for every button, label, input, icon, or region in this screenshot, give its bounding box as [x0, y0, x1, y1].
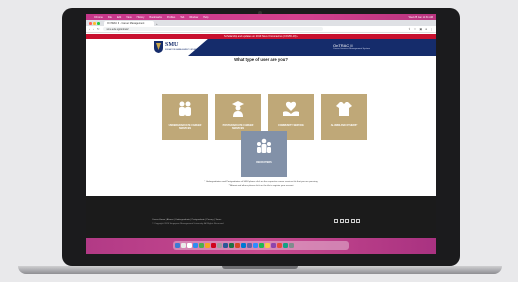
extensions-icon[interactable]: ▣	[419, 27, 422, 31]
tile-undergraduate[interactable]: UNDERGRADUATE CAREER SERVICES	[162, 94, 208, 140]
share-icon[interactable]: ⇪	[408, 27, 411, 31]
menu-item[interactable]: Bookmarks	[149, 16, 162, 19]
bookmark-star-icon[interactable]: ☆	[414, 27, 417, 31]
window-controls	[89, 22, 100, 25]
launchpad-icon[interactable]	[181, 243, 186, 248]
tile-label: ALUMNI AND OTHERS*	[330, 124, 358, 127]
menu-item[interactable]: File	[108, 16, 112, 19]
menu-item[interactable]: View	[126, 16, 131, 19]
twitter-icon[interactable]	[339, 219, 344, 223]
site-header: SMU SINGAPORE MANAGEMENT UNIVERSITY OnTR…	[86, 39, 436, 56]
profile-icon[interactable]: ●	[425, 27, 427, 31]
menu-item[interactable]: Profiles	[167, 16, 175, 19]
menu-item[interactable]: History	[137, 16, 145, 19]
footnote-line: **Alumni and others please click on the …	[228, 184, 294, 187]
smu-logo[interactable]: SMU SINGAPORE MANAGEMENT UNIVERSITY	[154, 41, 200, 53]
safari-icon[interactable]	[193, 243, 198, 248]
messages-icon[interactable]	[199, 243, 204, 248]
copyright: © Copyright 2020 Singapore Management Un…	[152, 223, 224, 225]
reload-icon[interactable]: ↻	[97, 27, 100, 31]
zoom-icon[interactable]	[253, 243, 258, 248]
desktop-background	[86, 238, 436, 254]
trash-icon[interactable]	[289, 243, 294, 248]
tile-alumni[interactable]: ALUMNI AND OTHERS*	[321, 94, 367, 140]
close-window-icon[interactable]	[89, 22, 92, 25]
teams-icon[interactable]	[247, 243, 252, 248]
app-icon[interactable]	[271, 243, 276, 248]
students-icon	[179, 101, 191, 116]
photos-icon[interactable]	[205, 243, 210, 248]
notes-icon[interactable]	[265, 243, 270, 248]
tile-label: RECRUITERS	[256, 161, 272, 164]
tile-label: POSTGRADUATE CAREER SERVICES	[222, 124, 254, 131]
crest-icon	[154, 41, 163, 53]
dock	[173, 241, 349, 250]
facebook-icon[interactable]	[334, 219, 338, 223]
screen: Chrome File Edit View History Bookmarks …	[86, 14, 436, 254]
address-bar: ‹ › ↻ smu.edu.sg/ontrac2 ⇪ ☆ ▣ ● ⋮	[86, 26, 436, 33]
helping-hands-icon	[283, 101, 299, 116]
url-input[interactable]: smu.edu.sg/ontrac2	[102, 26, 323, 32]
page-title: What type of user are you?	[234, 57, 288, 62]
app-subtitle: Career Services Management System	[333, 48, 370, 50]
finder-icon[interactable]	[175, 243, 180, 248]
laptop-notch	[222, 266, 298, 269]
shirt-icon	[336, 102, 352, 116]
menu-item[interactable]: Tab	[180, 16, 184, 19]
menu-item[interactable]: Chrome	[94, 16, 103, 19]
chrome-icon[interactable]	[187, 243, 192, 248]
menu-item[interactable]: Window	[189, 16, 198, 19]
maximize-window-icon[interactable]	[97, 22, 100, 25]
excel-icon[interactable]	[229, 243, 234, 248]
forward-icon[interactable]: ›	[93, 27, 94, 31]
group-icon	[257, 138, 271, 153]
site-footer: Career Home | Alumni | Undergraduate | P…	[86, 196, 436, 238]
more-icon[interactable]: ⋮	[430, 27, 433, 31]
word-icon[interactable]	[223, 243, 228, 248]
menu-item[interactable]: Edit	[117, 16, 121, 19]
header-banner: OnTRAC II Career Services Management Sys…	[188, 39, 436, 56]
footnote: * Undergraduates and Postgraduates of SM…	[86, 181, 436, 188]
minimize-window-icon[interactable]	[93, 22, 96, 25]
youtube-icon[interactable]	[356, 219, 360, 223]
calendar-icon[interactable]	[211, 243, 216, 248]
clock[interactable]: Wed 25 Jan 11:31 AM	[409, 16, 433, 19]
logo-text: SMU	[165, 42, 179, 48]
app-icon[interactable]	[277, 243, 282, 248]
social-links	[334, 219, 360, 223]
graduate-icon	[232, 101, 244, 117]
tile-label: UNDERGRADUATE CAREER SERVICES	[168, 124, 202, 131]
menu-item[interactable]: Help	[203, 16, 208, 19]
app-icon[interactable]	[283, 243, 288, 248]
instagram-icon[interactable]	[345, 219, 349, 223]
footer-links[interactable]: Career Home | Alumni | Undergraduate | P…	[152, 219, 221, 221]
tile-label: COMMUNITY SERVICE	[278, 124, 304, 127]
tile-recruiters[interactable]: RECRUITERS	[241, 131, 287, 177]
settings-icon[interactable]	[217, 243, 222, 248]
back-icon[interactable]: ‹	[89, 27, 90, 31]
linkedin-icon[interactable]	[350, 219, 355, 223]
spotify-icon[interactable]	[259, 243, 264, 248]
powerpoint-icon[interactable]	[235, 243, 240, 248]
outlook-icon[interactable]	[241, 243, 246, 248]
